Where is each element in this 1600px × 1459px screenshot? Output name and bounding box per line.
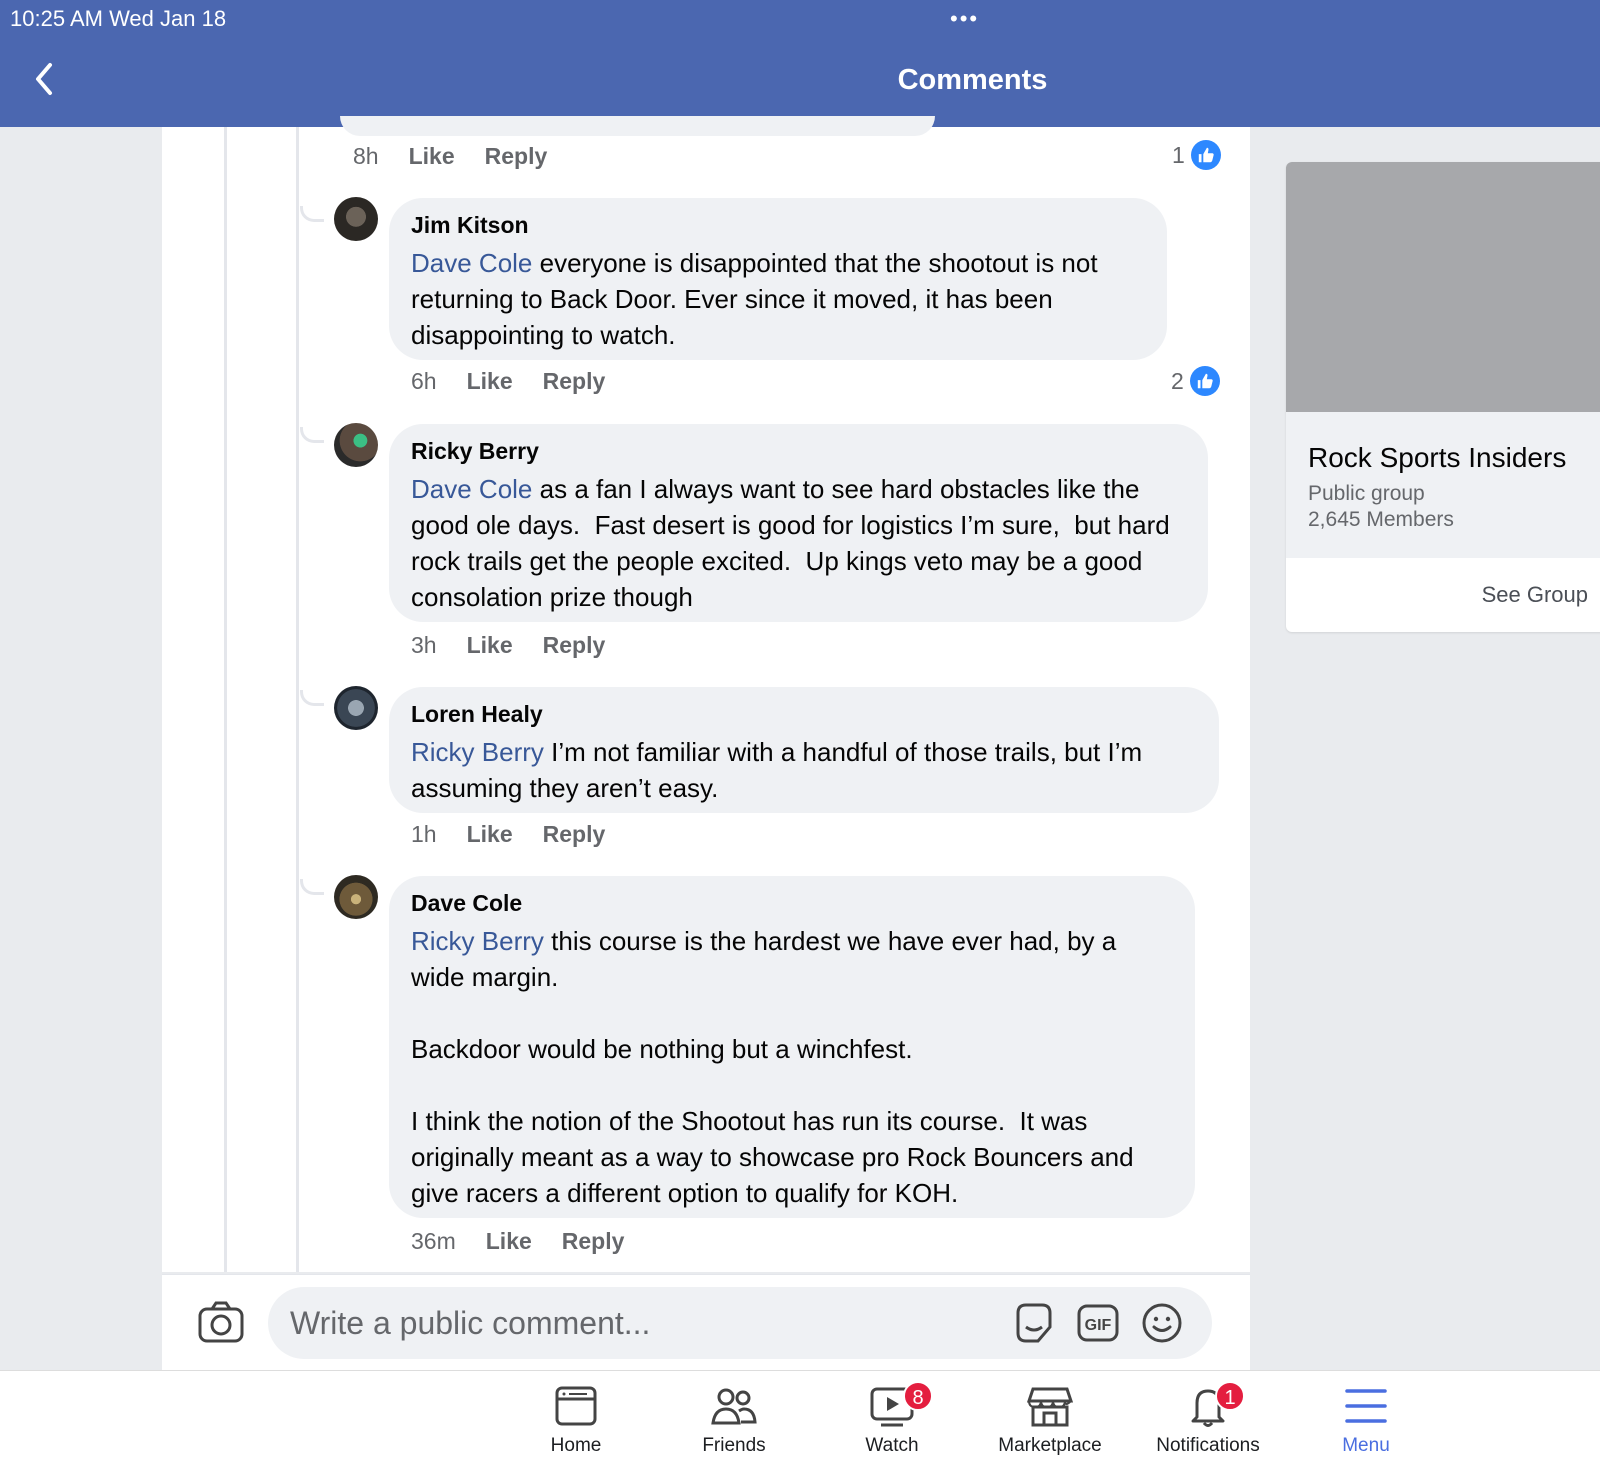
tab-notifications[interactable]: 1 Notifications <box>1133 1381 1283 1457</box>
comment-author[interactable]: Loren Healy <box>411 701 1197 728</box>
group-privacy: Public group <box>1308 482 1425 505</box>
gif-icon-text: GIF <box>1085 1317 1112 1334</box>
bottom-tab-bar: Home Friends 8 Watch Marketplace 1 Notif… <box>0 1370 1600 1459</box>
like-button[interactable]: Like <box>409 143 455 170</box>
comment-actions: 3h Like Reply <box>411 632 605 659</box>
comment-body: this course is the hardest we have ever … <box>411 926 1134 1208</box>
like-button[interactable]: Like <box>467 821 513 848</box>
mention-link[interactable]: Ricky Berry <box>411 737 544 767</box>
reply-button[interactable]: Reply <box>562 1228 625 1255</box>
menu-icon <box>1345 1389 1387 1423</box>
comment-actions: 6h Like Reply <box>411 368 605 395</box>
comment-input-box[interactable]: GIF <box>268 1287 1212 1359</box>
group-cover-image[interactable] <box>1286 162 1600 412</box>
comment-bubble: Ricky Berry Dave Cole as a fan I always … <box>389 424 1208 622</box>
group-name[interactable]: Rock Sports Insiders <box>1308 442 1566 474</box>
comment-text: Dave Cole everyone is disappointed that … <box>411 245 1145 353</box>
thread-line <box>224 127 227 1272</box>
comment-author[interactable]: Dave Cole <box>411 890 1173 917</box>
top-bar: 10:25 AM Wed Jan 18 ••• Comments <box>0 0 1600 127</box>
reply-button[interactable]: Reply <box>543 632 606 659</box>
reaction-count[interactable]: 2 <box>1171 366 1220 396</box>
tab-menu[interactable]: Menu <box>1291 1385 1441 1457</box>
tab-label: Notifications <box>1156 1435 1260 1456</box>
comment-time: 6h <box>411 368 437 394</box>
like-button[interactable]: Like <box>467 368 513 395</box>
comment-bubble: Dave Cole Ricky Berry this course is the… <box>389 876 1195 1218</box>
comment-actions: 8h Like Reply <box>353 143 547 170</box>
avatar[interactable] <box>334 197 378 241</box>
comment-author[interactable]: Ricky Berry <box>411 438 1186 465</box>
comment-actions: 1h Like Reply <box>411 821 605 848</box>
group-card: Rock Sports Insiders Public group 2,645 … <box>1286 162 1600 632</box>
home-icon <box>555 1386 597 1426</box>
comment-text: Ricky Berry this course is the hardest w… <box>411 923 1173 1211</box>
marketplace-icon <box>1027 1387 1073 1427</box>
tab-label: Home <box>550 1435 602 1456</box>
comment-actions: 36m Like Reply <box>411 1228 624 1255</box>
previous-comment-bubble <box>340 116 935 136</box>
group-info: Rock Sports Insiders Public group 2,645 … <box>1286 412 1600 558</box>
reaction-number: 2 <box>1171 367 1184 394</box>
comment-time: 1h <box>411 821 437 847</box>
emoji-icon[interactable] <box>1140 1301 1184 1345</box>
like-button[interactable]: Like <box>486 1228 532 1255</box>
thumbs-up-icon <box>1190 140 1221 170</box>
comment-time: 3h <box>411 632 437 658</box>
camera-icon[interactable] <box>198 1301 244 1343</box>
see-group-button[interactable]: See Group <box>1482 582 1588 608</box>
comment-composer: GIF <box>162 1274 1250 1370</box>
thread-line <box>296 127 299 1272</box>
avatar[interactable] <box>334 423 378 467</box>
reply-button[interactable]: Reply <box>485 143 548 170</box>
comment-text: Dave Cole as a fan I always want to see … <box>411 471 1186 615</box>
page-title: Comments <box>897 64 1048 96</box>
comment-bubble: Jim Kitson Dave Cole everyone is disappo… <box>389 198 1167 360</box>
avatar[interactable] <box>334 686 378 730</box>
comment-time: 36m <box>411 1228 456 1254</box>
tab-marketplace[interactable]: Marketplace <box>975 1385 1125 1457</box>
comment-input[interactable] <box>290 1301 970 1345</box>
group-member-count: 2,645 Members <box>1308 508 1454 531</box>
reply-button[interactable]: Reply <box>543 368 606 395</box>
notification-badge: 8 <box>903 1381 933 1411</box>
friends-icon <box>711 1388 757 1425</box>
reaction-number: 1 <box>1172 141 1185 168</box>
tab-label: Friends <box>702 1435 766 1456</box>
tab-label: Menu <box>1342 1435 1390 1456</box>
tab-home[interactable]: Home <box>501 1385 651 1457</box>
mention-link[interactable]: Dave Cole <box>411 248 532 278</box>
reaction-count[interactable]: 1 <box>1172 140 1221 170</box>
reply-button[interactable]: Reply <box>543 821 606 848</box>
comment-bubble: Loren Healy Ricky Berry I’m not familiar… <box>389 687 1219 813</box>
thumbs-up-icon <box>1189 366 1220 396</box>
tab-label: Watch <box>865 1435 919 1456</box>
multitask-dots[interactable]: ••• <box>950 6 979 32</box>
like-button[interactable]: Like <box>467 632 513 659</box>
comment-time: 8h <box>353 143 379 169</box>
status-time: 10:25 AM Wed Jan 18 <box>10 6 227 31</box>
tab-label: Marketplace <box>998 1435 1102 1456</box>
comment-author[interactable]: Jim Kitson <box>411 212 1145 239</box>
tab-friends[interactable]: Friends <box>659 1385 809 1457</box>
sticker-icon[interactable] <box>1012 1301 1056 1345</box>
mention-link[interactable]: Ricky Berry <box>411 926 544 956</box>
comment-text: Ricky Berry I’m not familiar with a hand… <box>411 734 1197 806</box>
tab-watch[interactable]: 8 Watch <box>817 1381 967 1457</box>
notification-badge: 1 <box>1215 1381 1245 1411</box>
mention-link[interactable]: Dave Cole <box>411 474 532 504</box>
avatar[interactable] <box>334 875 378 919</box>
gif-icon[interactable]: GIF <box>1076 1301 1120 1345</box>
